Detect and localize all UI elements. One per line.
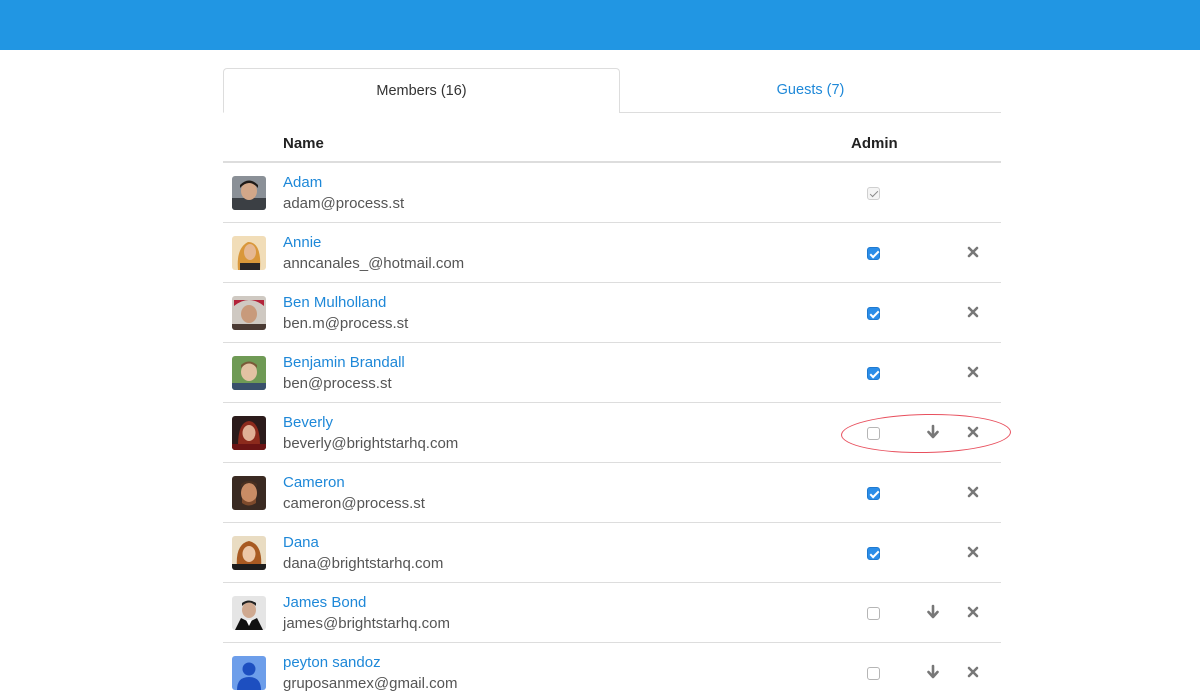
member-row: Adam adam@process.st bbox=[223, 163, 1001, 223]
table-header: Name Admin bbox=[223, 113, 1001, 163]
remove-member-button[interactable] bbox=[964, 663, 982, 681]
member-name[interactable]: Beverly bbox=[283, 414, 333, 431]
demote-member-button[interactable] bbox=[924, 603, 942, 621]
top-header-bar bbox=[0, 0, 1200, 50]
avatar bbox=[232, 476, 266, 510]
remove-member-button[interactable] bbox=[964, 603, 982, 621]
admin-checkbox[interactable] bbox=[867, 547, 880, 560]
admin-checkbox[interactable] bbox=[867, 667, 880, 680]
member-email: ben@process.st bbox=[283, 375, 392, 392]
member-row: James Bond james@brightstarhq.com bbox=[223, 583, 1001, 643]
demote-member-button[interactable] bbox=[924, 663, 942, 681]
avatar bbox=[232, 656, 266, 690]
member-email: ben.m@process.st bbox=[283, 315, 409, 332]
remove-member-button[interactable] bbox=[964, 363, 982, 381]
member-row: peyton sandoz gruposanmex@gmail.com bbox=[223, 643, 1001, 700]
avatar bbox=[232, 356, 266, 390]
remove-member-button[interactable] bbox=[964, 543, 982, 561]
admin-checkbox[interactable] bbox=[867, 487, 880, 500]
member-name[interactable]: Annie bbox=[283, 234, 321, 251]
member-row: Benjamin Brandall ben@process.st bbox=[223, 343, 1001, 403]
admin-checkbox[interactable] bbox=[867, 367, 880, 380]
member-row: Annie anncanales_@hotmail.com bbox=[223, 223, 1001, 283]
member-row: Cameron cameron@process.st bbox=[223, 463, 1001, 523]
admin-checkbox[interactable] bbox=[867, 427, 880, 440]
demote-member-button[interactable] bbox=[924, 423, 942, 441]
member-email: james@brightstarhq.com bbox=[283, 615, 450, 632]
member-email: cameron@process.st bbox=[283, 495, 425, 512]
members-panel: Members (16) Guests (7) Name Admin Adam … bbox=[223, 68, 1001, 700]
member-email: adam@process.st bbox=[283, 195, 405, 212]
member-email: anncanales_@hotmail.com bbox=[283, 255, 465, 272]
member-row: Ben Mulholland ben.m@process.st bbox=[223, 283, 1001, 343]
member-name[interactable]: Adam bbox=[283, 174, 322, 191]
avatar bbox=[232, 296, 266, 330]
member-row: Beverly beverly@brightstarhq.com bbox=[223, 403, 1001, 463]
member-name[interactable]: James Bond bbox=[283, 594, 366, 611]
remove-member-button[interactable] bbox=[964, 243, 982, 261]
admin-checkbox[interactable] bbox=[867, 247, 880, 260]
avatar bbox=[232, 236, 266, 270]
remove-member-button[interactable] bbox=[964, 483, 982, 501]
tab-guests[interactable]: Guests (7) bbox=[620, 68, 1001, 113]
member-email: dana@brightstarhq.com bbox=[283, 555, 444, 572]
member-name[interactable]: Ben Mulholland bbox=[283, 294, 386, 311]
remove-member-button[interactable] bbox=[964, 303, 982, 321]
avatar bbox=[232, 416, 266, 450]
admin-checkbox[interactable] bbox=[867, 607, 880, 620]
member-email: gruposanmex@gmail.com bbox=[283, 675, 458, 692]
admin-checkbox bbox=[867, 187, 880, 200]
tab-members[interactable]: Members (16) bbox=[223, 68, 620, 113]
member-name[interactable]: peyton sandoz bbox=[283, 654, 381, 671]
member-name[interactable]: Cameron bbox=[283, 474, 345, 491]
member-name[interactable]: Dana bbox=[283, 534, 319, 551]
member-email: beverly@brightstarhq.com bbox=[283, 435, 459, 452]
avatar bbox=[232, 536, 266, 570]
admin-checkbox[interactable] bbox=[867, 307, 880, 320]
tab-bar: Members (16) Guests (7) bbox=[223, 68, 1001, 113]
avatar bbox=[232, 176, 266, 210]
column-header-name: Name bbox=[283, 135, 324, 152]
column-header-admin: Admin bbox=[851, 135, 898, 152]
avatar bbox=[232, 596, 266, 630]
remove-member-button[interactable] bbox=[964, 423, 982, 441]
member-name[interactable]: Benjamin Brandall bbox=[283, 354, 405, 371]
member-row: Dana dana@brightstarhq.com bbox=[223, 523, 1001, 583]
